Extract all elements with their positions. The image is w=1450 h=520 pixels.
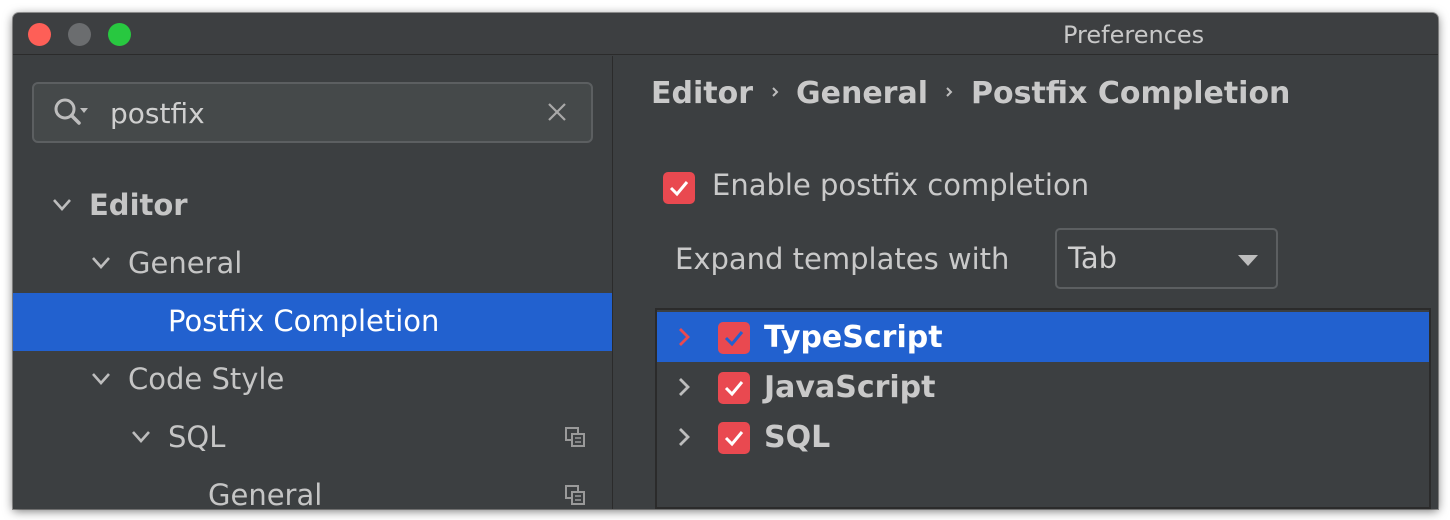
copy-icon [565,427,585,447]
sidebar-item-label: Editor [89,188,188,222]
close-window-button[interactable] [28,23,51,46]
search-icon[interactable] [52,96,92,130]
check-icon [724,381,744,397]
sidebar-item-editor[interactable]: Editor [13,177,612,235]
sidebar-item-label: Code Style [128,362,285,396]
sidebar-item-label: Postfix Completion [168,304,440,338]
copy-icon [565,485,585,505]
sidebar-item-code-style[interactable]: Code Style [13,351,612,409]
expand-templates-select[interactable]: Tab [1055,228,1278,289]
breadcrumb-item: Postfix Completion [971,76,1291,111]
template-row-typescript[interactable]: TypeScript [657,312,1429,362]
sidebar-item-sql[interactable]: SQL [13,409,612,467]
chevron-right-icon [772,87,779,97]
chevron-right-icon[interactable] [677,426,691,448]
chevron-down-icon[interactable] [90,255,112,271]
dropdown-arrow-icon [1238,255,1258,266]
select-value: Tab [1068,241,1118,275]
template-checkbox[interactable] [718,322,750,354]
close-icon[interactable] [544,99,570,125]
chevron-down-icon[interactable] [130,429,152,445]
window-title: Preferences [1063,21,1205,49]
title-bar: Preferences [13,13,1438,55]
breadcrumb-item: General [796,76,928,111]
template-row-sql[interactable]: SQL [657,412,1429,462]
minimize-window-button[interactable] [68,23,91,46]
template-checkbox[interactable] [718,422,750,454]
sidebar-item-label: General [128,246,243,280]
sidebar-item-general[interactable]: General [13,235,612,293]
preferences-window: Preferences Editor General [13,13,1438,509]
postfix-templates-tree[interactable]: TypeScript JavaScript SQL [655,308,1431,509]
settings-content: Editor General Postfix Completion Enable… [613,56,1438,509]
check-icon [724,331,744,347]
chevron-right-icon [946,87,953,97]
settings-sidebar: Editor General Postfix Completion Code S… [13,56,612,509]
search-input[interactable] [110,94,530,132]
template-label: SQL [764,420,831,455]
sidebar-item-label: SQL [168,420,226,454]
enable-postfix-label: Enable postfix completion [712,168,1090,202]
template-checkbox[interactable] [718,372,750,404]
chevron-right-icon[interactable] [677,326,691,348]
chevron-down-icon[interactable] [90,371,112,387]
expand-templates-label: Expand templates with [675,242,1010,276]
sidebar-item-postfix-completion[interactable]: Postfix Completion [13,293,612,351]
sidebar-item-sql-general[interactable]: General [13,467,612,509]
breadcrumb-item: Editor [651,76,753,111]
maximize-window-button[interactable] [108,23,131,46]
chevron-down-icon[interactable] [51,197,73,213]
template-label: TypeScript [764,320,943,355]
check-icon [669,181,689,197]
chevron-right-icon[interactable] [677,376,691,398]
sidebar-item-label: General [208,478,323,509]
template-row-javascript[interactable]: JavaScript [657,362,1429,412]
template-label: JavaScript [764,370,936,405]
check-icon [724,431,744,447]
enable-postfix-checkbox[interactable] [663,172,695,204]
search-box[interactable] [32,82,593,143]
